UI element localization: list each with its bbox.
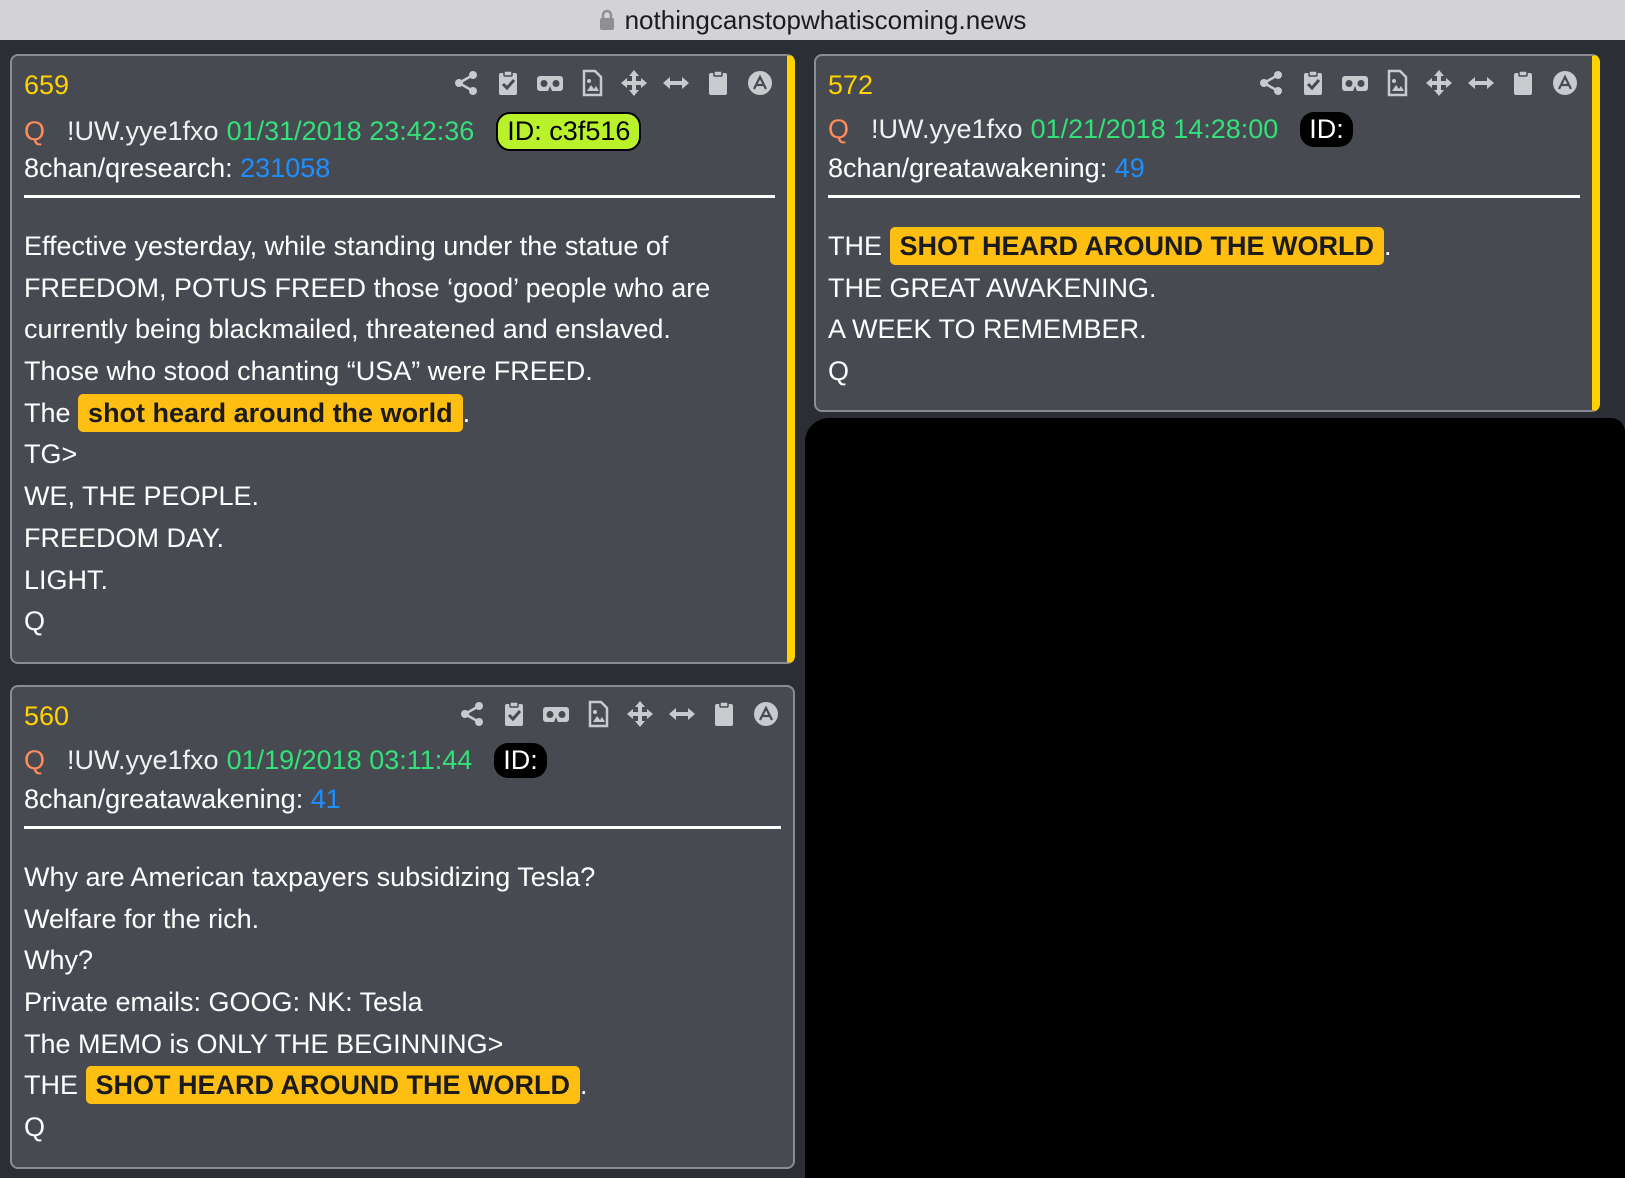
body-line: Q bbox=[24, 606, 46, 637]
highlight-suffix: . bbox=[462, 397, 471, 428]
post-author: Q bbox=[24, 116, 46, 146]
board-name: 8chan/greatawakening: bbox=[828, 153, 1108, 183]
body-line-highlight: THE SHOT HEARD AROUND THE WORLD. bbox=[828, 226, 1392, 268]
post-id-badge: ID: bbox=[494, 743, 547, 778]
divider bbox=[24, 826, 781, 829]
highlighted-phrase: SHOT HEARD AROUND THE WORLD bbox=[85, 1066, 580, 1105]
post-tripcode: !UW.yye1fxo bbox=[67, 745, 219, 775]
body-line: Welfare for the rich. bbox=[24, 903, 260, 934]
board-post-link[interactable]: 41 bbox=[311, 784, 341, 814]
scroll-top-icon[interactable] bbox=[745, 68, 775, 98]
body-line: currently being blackmailed, threatened … bbox=[24, 314, 671, 345]
move-icon[interactable] bbox=[625, 699, 655, 729]
post-meta: Q !UW.yye1fxo 01/21/2018 14:28:00 ID: bbox=[828, 112, 1353, 147]
post-date: 01/19/2018 03:11:44 bbox=[226, 745, 473, 775]
body-line: Q bbox=[24, 1112, 46, 1143]
post-number: 572 bbox=[828, 70, 874, 100]
post-number: 560 bbox=[24, 701, 70, 731]
resize-horizontal-icon[interactable] bbox=[1466, 68, 1496, 98]
highlight-prefix: THE bbox=[24, 1070, 78, 1101]
vr-goggles-icon[interactable] bbox=[541, 699, 571, 729]
post-tripcode: !UW.yye1fxo bbox=[871, 114, 1023, 144]
body-line: Those who stood chanting “USA” were FREE… bbox=[24, 356, 593, 387]
divider bbox=[24, 195, 775, 198]
post-id-badge: ID: c3f516 bbox=[496, 112, 642, 151]
body-line-highlight: The shot heard around the world. bbox=[24, 393, 710, 435]
post-toolbar bbox=[1256, 68, 1580, 98]
clipboard-check-icon[interactable] bbox=[493, 68, 523, 98]
redacted-area bbox=[805, 418, 1625, 1178]
share-icon[interactable] bbox=[451, 68, 481, 98]
image-file-icon[interactable] bbox=[583, 699, 613, 729]
body-line: FREEDOM, POTUS FREED those ‘good’ people… bbox=[24, 272, 711, 303]
highlight-suffix: . bbox=[580, 1070, 588, 1101]
scroll-top-icon[interactable] bbox=[1550, 68, 1580, 98]
highlighted-phrase: SHOT HEARD AROUND THE WORLD bbox=[889, 227, 1384, 265]
post-board: 8chan/qresearch: 231058 bbox=[24, 153, 330, 184]
body-line: The MEMO is ONLY THE BEGINNING> bbox=[24, 1028, 504, 1059]
clipboard-icon[interactable] bbox=[709, 699, 739, 729]
body-line: FREEDOM DAY. bbox=[24, 522, 225, 553]
vr-goggles-icon[interactable] bbox=[535, 68, 565, 98]
post-toolbar bbox=[451, 68, 775, 98]
body-line: Effective yesterday, while standing unde… bbox=[24, 231, 669, 261]
post-id-badge: ID: bbox=[1300, 112, 1353, 147]
url-text: nothingcanstopwhatiscoming.news bbox=[624, 4, 1027, 35]
body-line: WE, THE PEOPLE. bbox=[24, 481, 260, 512]
body-line: LIGHT. bbox=[24, 564, 109, 595]
body-line: Why are American taxpayers subsidizing T… bbox=[24, 862, 596, 892]
body-line: Q bbox=[828, 356, 850, 387]
highlighted-phrase: shot heard around the world bbox=[78, 393, 463, 432]
post-author: Q bbox=[828, 114, 850, 144]
resize-horizontal-icon[interactable] bbox=[667, 699, 697, 729]
browser-url-bar[interactable]: nothingcanstopwhatiscoming.news bbox=[0, 0, 1625, 40]
body-line: A WEEK TO REMEMBER. bbox=[828, 314, 1147, 345]
scroll-top-icon[interactable] bbox=[751, 699, 781, 729]
body-line: THE GREAT AWAKENING. bbox=[828, 272, 1157, 303]
post-card-572: 572 Q !UW.yye1fxo 01/21/2018 14:28:00 ID… bbox=[814, 54, 1600, 412]
body-line-highlight: THE SHOT HEARD AROUND THE WORLD. bbox=[24, 1065, 595, 1107]
post-author: Q bbox=[24, 745, 46, 775]
post-date: 01/31/2018 23:42:36 bbox=[226, 116, 475, 146]
board-post-link[interactable]: 49 bbox=[1115, 153, 1145, 183]
post-toolbar bbox=[457, 699, 781, 729]
body-line: Why? bbox=[24, 945, 94, 976]
clipboard-check-icon[interactable] bbox=[1298, 68, 1328, 98]
share-icon[interactable] bbox=[1256, 68, 1286, 98]
clipboard-icon[interactable] bbox=[1508, 68, 1538, 98]
divider bbox=[828, 195, 1580, 198]
resize-horizontal-icon[interactable] bbox=[661, 68, 691, 98]
image-file-icon[interactable] bbox=[577, 68, 607, 98]
image-file-icon[interactable] bbox=[1382, 68, 1412, 98]
post-meta: Q !UW.yye1fxo 01/19/2018 03:11:44 ID: bbox=[24, 743, 547, 778]
post-card-560: 560 Q !UW.yye1fxo 01/19/2018 03:11:44 ID… bbox=[10, 685, 795, 1169]
clipboard-check-icon[interactable] bbox=[499, 699, 529, 729]
board-name: 8chan/greatawakening: bbox=[24, 784, 304, 814]
move-icon[interactable] bbox=[1424, 68, 1454, 98]
post-number: 659 bbox=[24, 70, 70, 100]
board-post-link[interactable]: 231058 bbox=[240, 153, 330, 183]
post-meta: Q !UW.yye1fxo 01/31/2018 23:42:36 ID: c3… bbox=[24, 112, 642, 151]
highlight-prefix: THE bbox=[828, 231, 882, 261]
post-body: Effective yesterday, while standing unde… bbox=[24, 226, 710, 643]
body-line: Private emails: GOOG: NK: Tesla bbox=[24, 987, 423, 1018]
move-icon[interactable] bbox=[619, 68, 649, 98]
post-tripcode: !UW.yye1fxo bbox=[67, 116, 219, 146]
highlight-suffix: . bbox=[1384, 231, 1392, 261]
post-body: THE SHOT HEARD AROUND THE WORLD. THE GRE… bbox=[828, 226, 1392, 393]
post-card-659: 659 Q !UW.yye1fxo 01/31/2018 23:42:36 ID… bbox=[10, 54, 795, 664]
board-name: 8chan/qresearch: bbox=[24, 153, 233, 183]
vr-goggles-icon[interactable] bbox=[1340, 68, 1370, 98]
post-board: 8chan/greatawakening: 41 bbox=[24, 784, 341, 815]
share-icon[interactable] bbox=[457, 699, 487, 729]
clipboard-icon[interactable] bbox=[703, 68, 733, 98]
highlight-prefix: The bbox=[24, 397, 71, 428]
body-line: TG> bbox=[24, 439, 78, 470]
post-board: 8chan/greatawakening: 49 bbox=[828, 153, 1145, 184]
lock-icon bbox=[599, 9, 614, 30]
post-body: Why are American taxpayers subsidizing T… bbox=[24, 857, 595, 1149]
post-date: 01/21/2018 14:28:00 bbox=[1030, 114, 1279, 144]
